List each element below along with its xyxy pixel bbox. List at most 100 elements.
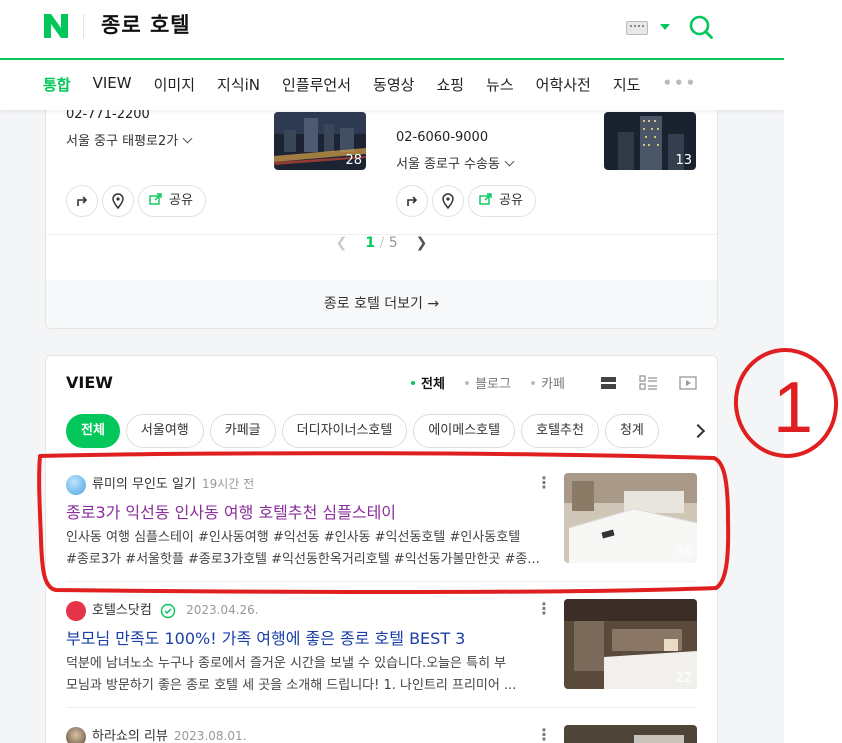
- author-name: 하라쇼의 리뷰: [92, 729, 168, 743]
- chip[interactable]: 서울여행: [125, 414, 204, 448]
- author-name: 호텔스닷컴: [92, 603, 152, 618]
- filter-all-label: 전체: [421, 377, 445, 392]
- more-places-link[interactable]: 종로 호텔 더보기 →: [46, 280, 717, 328]
- chip[interactable]: 카페글: [209, 414, 276, 448]
- place-thumbnail[interactable]: 13: [604, 112, 696, 170]
- snippet-line: #종로3가 #서울핫플 #종로3가호텔 #익선동한옥거리호텔 #익선동가볼만한곳…: [66, 552, 540, 567]
- tab-influencer[interactable]: 인플루언서: [282, 74, 351, 95]
- post-author[interactable]: 하라쇼의 리뷰 2023.08.01.: [66, 725, 246, 743]
- naver-logo[interactable]: [42, 12, 70, 40]
- directions-button[interactable]: [66, 185, 98, 217]
- tab-images[interactable]: 이미지: [154, 74, 195, 95]
- post-title[interactable]: 종로3가 익선동 인사동 여행 호텔추천 심플스테이: [66, 499, 396, 523]
- dot-icon: [411, 381, 415, 385]
- chip-all[interactable]: 전체: [66, 414, 120, 448]
- post-author[interactable]: 호텔스닷컴 2023.04.26.: [66, 599, 259, 621]
- dropdown-arrow-icon[interactable]: [660, 24, 670, 30]
- view-post: 호텔스닷컴 2023.04.26. ⋮ 부모님 만족도 100%! 가족 여행에…: [66, 599, 697, 694]
- post-thumbnail[interactable]: 22: [564, 599, 697, 689]
- hotel-room-photo: [564, 725, 697, 743]
- tab-kin[interactable]: 지식iN: [217, 74, 260, 95]
- page-margin: [784, 0, 842, 743]
- prev-page-icon[interactable]: ❮: [336, 235, 348, 251]
- photo-count: 38: [675, 545, 692, 560]
- share-icon: [149, 193, 162, 205]
- tab-video[interactable]: 동영상: [373, 74, 414, 95]
- photo-count: 22: [675, 671, 692, 686]
- tab-news[interactable]: 뉴스: [486, 74, 514, 95]
- view-section: VIEW 전체 블로그 카페 전체 서울여행 카페글 더디자이너스호텔 에이메스…: [45, 355, 718, 743]
- place-address-text: 서울 중구 태평로2가: [66, 134, 179, 149]
- dot-icon: [465, 381, 470, 385]
- avatar: [66, 600, 86, 621]
- chip[interactable]: 청계: [604, 414, 659, 448]
- grid-view-icon[interactable]: [639, 375, 657, 390]
- keyboard-icon[interactable]: [626, 21, 648, 35]
- directions-button[interactable]: [396, 185, 428, 217]
- place-address[interactable]: 서울 종로구 수송동: [396, 153, 515, 172]
- tab-view[interactable]: VIEW: [93, 74, 132, 95]
- place-phone[interactable]: 02-6060-9000: [396, 130, 488, 145]
- page-separator: /: [379, 235, 385, 251]
- filter-blog[interactable]: 블로그: [465, 377, 511, 392]
- list-view-icon[interactable]: [601, 377, 616, 389]
- post-author[interactable]: 류미의 무인도 일기 19시간 전: [66, 473, 254, 495]
- section-title: VIEW: [66, 373, 113, 392]
- total-pages: 5: [388, 235, 398, 251]
- post-snippet: 덕분에 남녀노소 누구나 종로에서 즐거운 시간을 보낼 수 있습니다.오늘은 …: [66, 653, 544, 697]
- tab-dictionary[interactable]: 어학사전: [536, 74, 591, 95]
- divider: [66, 707, 697, 708]
- verified-check-icon: [160, 603, 176, 618]
- dot-icon: [531, 381, 536, 385]
- place-thumbnail[interactable]: 28: [274, 112, 366, 170]
- map-pin-button[interactable]: [432, 185, 464, 217]
- post-title[interactable]: 부모님 만족도 100%! 가족 여행에 좋은 종로 호텔 BEST 3: [66, 625, 465, 649]
- snippet-line: 모님과 방문하기 좋은 종로 호텔 세 곳을 소개해 드립니다! 1. 나인트리…: [66, 678, 517, 693]
- pagination: ❮ 1 / 5 ❯: [46, 235, 717, 251]
- author-name: 류미의 무인도 일기: [92, 477, 196, 492]
- share-icon: [479, 193, 492, 205]
- view-mode-icons: [601, 372, 711, 398]
- post-thumbnail[interactable]: [564, 725, 697, 743]
- place-address-text: 서울 종로구 수송동: [396, 157, 500, 172]
- filter-cafe-label: 카페: [541, 377, 566, 392]
- post-thumbnail[interactable]: 38: [564, 473, 697, 563]
- more-options-icon[interactable]: ⋮: [536, 725, 552, 743]
- tab-more[interactable]: •••: [662, 74, 697, 95]
- header-divider: [83, 14, 84, 38]
- chips-next-button[interactable]: [678, 414, 716, 448]
- search-query[interactable]: 종로 호텔: [101, 9, 191, 39]
- chip[interactable]: 에이메스호텔: [413, 414, 516, 448]
- post-date: 2023.08.01.: [173, 729, 247, 743]
- avatar: [66, 726, 86, 743]
- share-label: 공유: [169, 193, 193, 208]
- map-pin-button[interactable]: [102, 185, 134, 217]
- more-options-icon[interactable]: ⋮: [536, 599, 552, 618]
- share-button[interactable]: 공유: [138, 185, 206, 217]
- topic-chips: 전체 서울여행 카페글 더디자이너스호텔 에이메스호텔 호텔추천 청계: [66, 414, 716, 450]
- search-tabs: 통합 VIEW 이미지 지식iN 인플루언서 동영상 쇼핑 뉴스 어학사전 지도…: [43, 74, 719, 95]
- chip[interactable]: 더디자이너스호텔: [281, 414, 408, 448]
- snippet-line: 덕분에 남녀노소 누구나 종로에서 즐거운 시간을 보낼 수 있습니다.오늘은 …: [66, 656, 507, 671]
- photo-count: 28: [345, 153, 362, 168]
- avatar: [66, 474, 86, 495]
- place-address[interactable]: 서울 중구 태평로2가: [66, 130, 193, 149]
- video-view-icon[interactable]: [679, 376, 697, 390]
- chevron-down-icon: [504, 156, 515, 167]
- search-header: 종로 호텔 통합 VIEW 이미지 지식iN 인플루언서 동영상 쇼핑 뉴스 어…: [0, 0, 784, 110]
- next-page-icon[interactable]: ❯: [416, 235, 428, 251]
- tab-all[interactable]: 통합: [43, 74, 71, 95]
- photo-count: 13: [675, 153, 692, 168]
- more-options-icon[interactable]: ⋮: [536, 473, 552, 492]
- filter-blog-label: 블로그: [475, 377, 511, 392]
- map-pin-icon: [112, 193, 124, 210]
- tab-shopping[interactable]: 쇼핑: [436, 74, 464, 95]
- search-icon[interactable]: [688, 14, 714, 40]
- filter-cafe[interactable]: 카페: [531, 377, 565, 392]
- share-button[interactable]: 공유: [468, 185, 536, 217]
- tab-map[interactable]: 지도: [613, 74, 641, 95]
- post-date: 19시간 전: [201, 477, 255, 491]
- directions-icon: [77, 196, 88, 206]
- filter-all[interactable]: 전체: [411, 377, 445, 392]
- chip[interactable]: 호텔추천: [521, 414, 599, 448]
